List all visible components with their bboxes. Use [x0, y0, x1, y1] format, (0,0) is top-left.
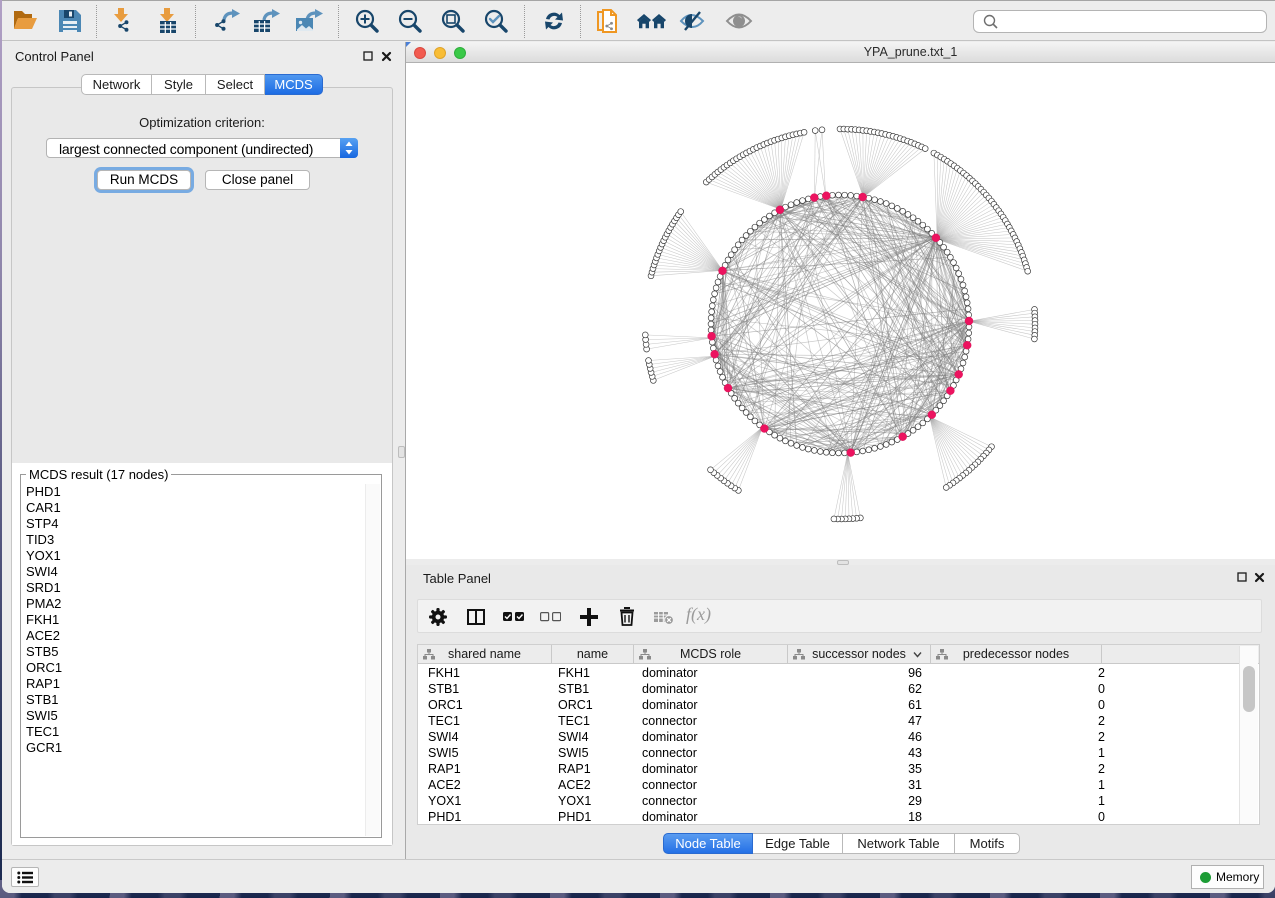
svg-text:f(x): f(x) [686, 605, 711, 625]
